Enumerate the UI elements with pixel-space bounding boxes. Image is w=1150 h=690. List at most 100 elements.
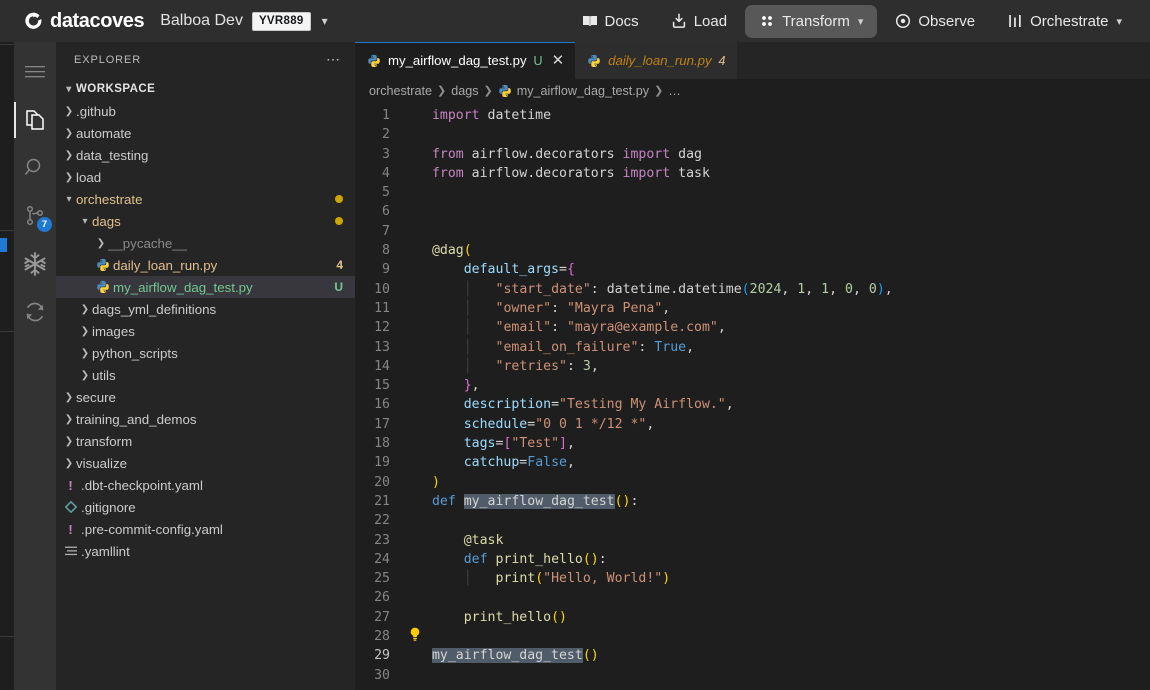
line-number: 16 xyxy=(374,397,390,413)
explorer-title: EXPLORER xyxy=(74,53,142,66)
code-line[interactable]: description="Testing My Airflow.", xyxy=(432,395,1150,414)
chevron-down-icon[interactable]: ▾ xyxy=(322,14,328,28)
line-number: 20 xyxy=(374,474,390,490)
tree-item-visualize[interactable]: ❯ visualize xyxy=(56,452,355,474)
code-line[interactable]: ) xyxy=(432,473,1150,492)
tree-item-load[interactable]: ❯ load xyxy=(56,166,355,188)
tree-item-dags-yml-definitions[interactable]: ❯ dags_yml_definitions xyxy=(56,298,355,320)
tree-item-python-scripts[interactable]: ❯ python_scripts xyxy=(56,342,355,364)
code-line[interactable]: @task xyxy=(432,531,1150,550)
snowflake-icon[interactable] xyxy=(14,240,56,288)
search-icon[interactable] xyxy=(14,144,56,192)
code-line[interactable] xyxy=(432,588,1150,607)
code-line[interactable]: │ "start_date": datetime.datetime(2024, … xyxy=(432,280,1150,299)
line-number: 29 xyxy=(374,648,390,664)
code-line[interactable]: default_args={ xyxy=(432,260,1150,279)
edge-highlight xyxy=(0,238,7,252)
code-line[interactable]: def my_airflow_dag_test(): xyxy=(432,492,1150,511)
yaml-warning-icon: ! xyxy=(68,477,73,493)
editor-area: my_airflow_dag_test.py U ✕ daily_loan_run.p… xyxy=(355,42,1150,690)
editor-tab-my_airflow_dag_test-py[interactable]: my_airflow_dag_test.py U ✕ xyxy=(355,42,576,79)
tree-item-pycache[interactable]: ❯ __pycache__ xyxy=(56,232,355,254)
tree-item-images[interactable]: ❯ images xyxy=(56,320,355,342)
code-line[interactable]: schedule="0 0 1 */12 *", xyxy=(432,415,1150,434)
code-line[interactable]: import datetime xyxy=(432,106,1150,125)
breadcrumb-item-file[interactable]: my_airflow_dag_test.py xyxy=(498,84,649,98)
code-line[interactable] xyxy=(432,222,1150,241)
code-line[interactable]: }, xyxy=(432,376,1150,395)
tree-item-github[interactable]: ❯ .github xyxy=(56,100,355,122)
nav-item-orchestrate[interactable]: Orchestrate ▾ xyxy=(993,5,1136,38)
code-line[interactable]: from airflow.decorators import dag xyxy=(432,145,1150,164)
code-line[interactable]: print_hello() xyxy=(432,608,1150,627)
glyph-slot xyxy=(407,666,432,685)
tree-section-workspace[interactable]: ▾ WORKSPACE xyxy=(56,78,355,100)
code-line[interactable] xyxy=(432,627,1150,646)
glyph-slot xyxy=(407,260,432,279)
file-tree[interactable]: ▾ WORKSPACE ❯ .github ❯ automate ❯ data_testi… xyxy=(56,77,355,690)
tree-item-training-and-demos[interactable]: ❯ training_and_demos xyxy=(56,408,355,430)
breadcrumb-item-overflow[interactable]: … xyxy=(668,84,681,98)
menu-icon[interactable] xyxy=(14,48,56,96)
source-control-icon[interactable]: 7 xyxy=(14,192,56,240)
line-number: 17 xyxy=(374,416,390,432)
tree-item-dbt-checkpoint-yaml[interactable]: ! .dbt-checkpoint.yaml xyxy=(56,474,355,496)
code-line[interactable]: from airflow.decorators import task xyxy=(432,164,1150,183)
code-line[interactable] xyxy=(432,666,1150,685)
tree-item-gitignore[interactable]: .gitignore xyxy=(56,496,355,518)
nav-item-transform[interactable]: Transform ▾ xyxy=(745,4,878,38)
tree-item-label: __pycache__ xyxy=(108,235,188,251)
code-line[interactable]: tags=["Test"], xyxy=(432,434,1150,453)
glyph-slot xyxy=(407,608,432,627)
tree-item-orchestrate[interactable]: ▾ orchestrate xyxy=(56,188,355,210)
code-editor[interactable]: 1 2 3 4 5 6 7 8 9 10 11 12 13 14 15 16 17 18 19 20 21 22 23 24 2… xyxy=(355,102,1150,690)
tree-item-daily-loan-run-py[interactable]: daily_loan_run.py 4 xyxy=(56,254,355,276)
tree-item-data-testing[interactable]: ❯ data_testing xyxy=(56,144,355,166)
code-line[interactable] xyxy=(432,511,1150,530)
tree-item-dags[interactable]: ▾ dags xyxy=(56,210,355,232)
tree-item-utils[interactable]: ❯ utils xyxy=(56,364,355,386)
nav-item-load[interactable]: Load xyxy=(657,5,741,38)
breadcrumb-item[interactable]: orchestrate xyxy=(369,84,432,98)
nav-item-docs[interactable]: Docs xyxy=(568,5,653,38)
tree-item-transform[interactable]: ❯ transform xyxy=(56,430,355,452)
hamburger-icon xyxy=(25,66,45,78)
code-line[interactable]: │ "email": "mayra@example.com", xyxy=(432,318,1150,337)
tree-item-label: training_and_demos xyxy=(76,411,197,427)
code-lines[interactable]: import datetime from airflow.decorators i… xyxy=(431,102,1150,690)
refresh-icon xyxy=(26,302,44,322)
tree-item-yamllint[interactable]: .yamllint xyxy=(56,540,355,562)
code-line[interactable]: │ "owner": "Mayra Pena", xyxy=(432,299,1150,318)
lightbulb-icon[interactable] xyxy=(409,627,421,646)
close-icon[interactable]: ✕ xyxy=(552,53,565,68)
chevron-right-icon: ❯ xyxy=(64,413,74,425)
breadcrumb-item[interactable]: dags xyxy=(451,84,478,98)
chevron-down-icon: ▾ xyxy=(66,83,72,95)
editor-tab-daily_loan_run-py[interactable]: daily_loan_run.py 4 xyxy=(575,42,737,79)
file-type-icon xyxy=(94,280,111,294)
code-line[interactable]: │ "retries": 3, xyxy=(432,357,1150,376)
python-icon xyxy=(498,84,511,97)
code-line[interactable]: @dag( xyxy=(432,241,1150,260)
breadcrumb[interactable]: orchestrate ❯ dags ❯ my_airflow_dag_test… xyxy=(355,79,1150,102)
file-type-icon: ! xyxy=(62,523,79,536)
nav-item-observe[interactable]: Observe xyxy=(881,5,989,38)
code-line[interactable]: │ "email_on_failure": True, xyxy=(432,338,1150,357)
code-line[interactable] xyxy=(432,183,1150,202)
code-line[interactable]: def print_hello(): xyxy=(432,550,1150,569)
code-line[interactable]: catchup=False, xyxy=(432,453,1150,472)
tree-item-pre-commit-config-yaml[interactable]: ! .pre-commit-config.yaml xyxy=(56,518,355,540)
tree-item-my-airflow-dag-test-py[interactable]: my_airflow_dag_test.py U xyxy=(56,276,355,298)
code-line[interactable]: │ print("Hello, World!") xyxy=(432,569,1150,588)
sync-icon[interactable] xyxy=(14,288,56,336)
tree-item-secure[interactable]: ❯ secure xyxy=(56,386,355,408)
brand[interactable]: datacoves xyxy=(22,10,145,33)
code-line[interactable] xyxy=(432,202,1150,221)
code-line[interactable]: my_airflow_dag_test() xyxy=(431,646,1150,665)
line-number: 26 xyxy=(374,590,390,606)
ellipsis-icon[interactable]: ⋯ xyxy=(326,51,341,68)
explorer-icon[interactable] xyxy=(14,96,56,144)
tree-item-automate[interactable]: ❯ automate xyxy=(56,122,355,144)
glyph-margin[interactable] xyxy=(407,102,432,690)
code-line[interactable] xyxy=(432,125,1150,144)
